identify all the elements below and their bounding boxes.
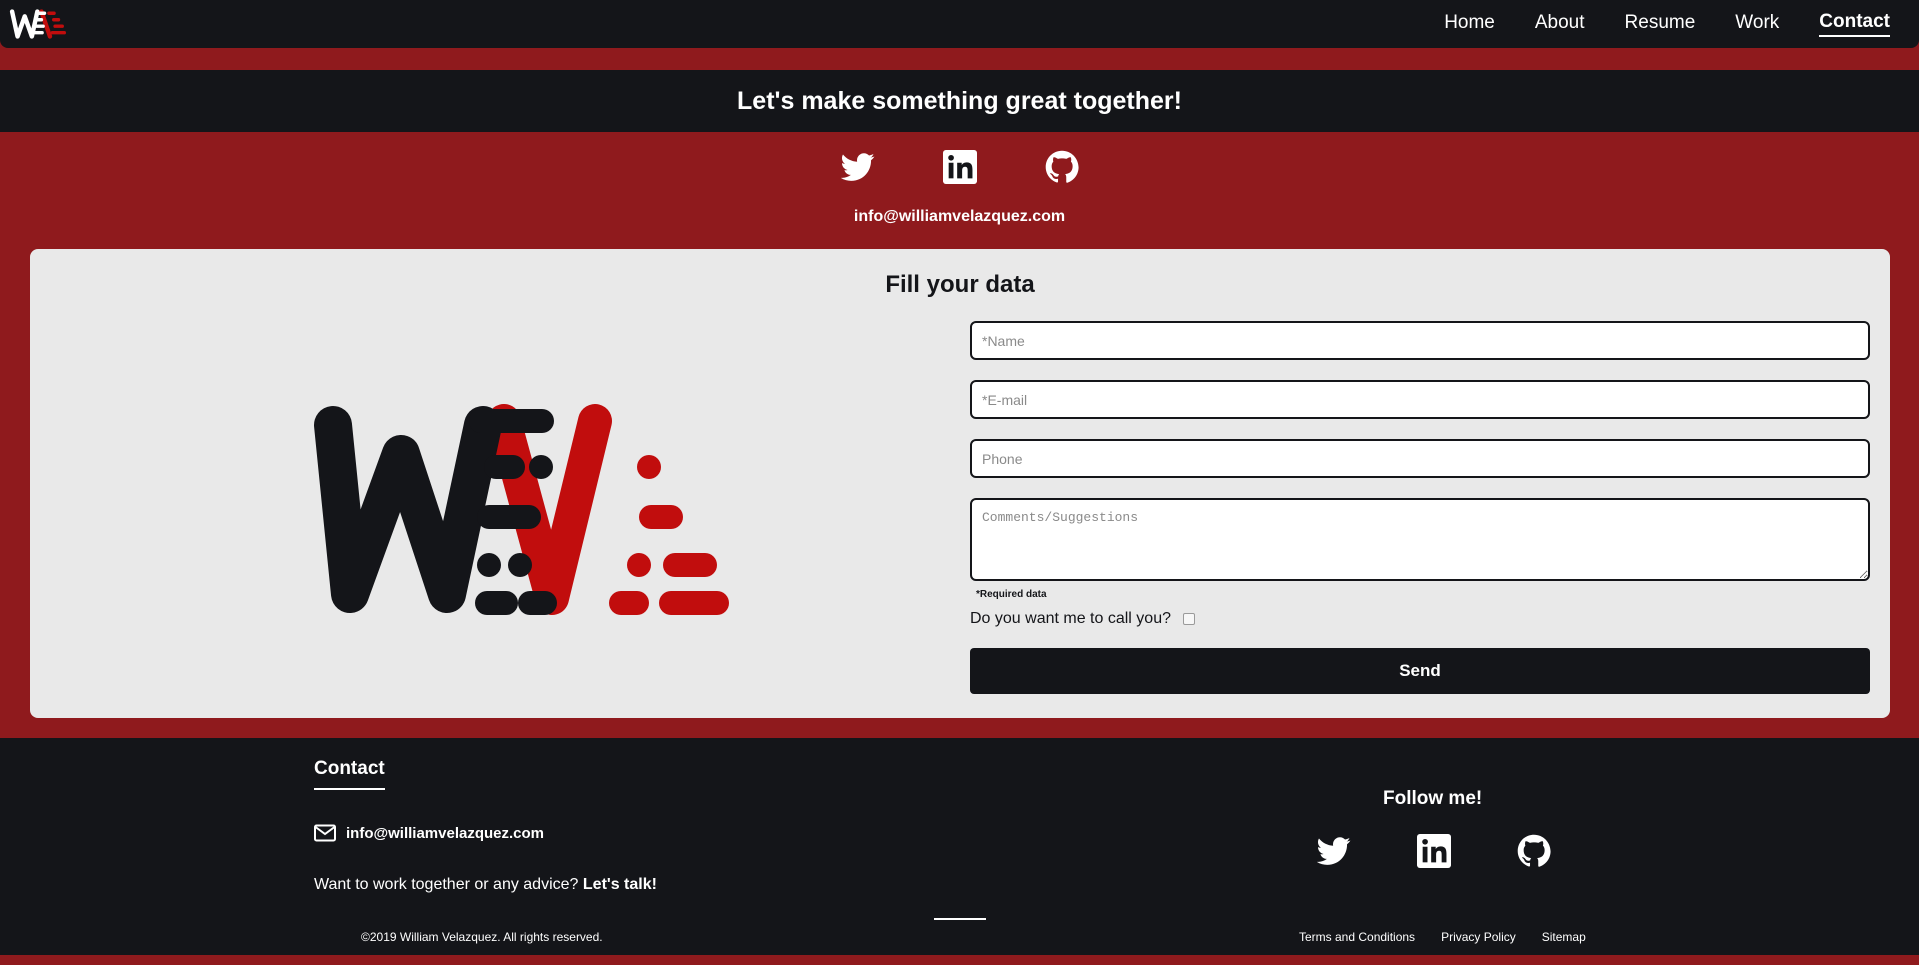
github-icon[interactable]	[1517, 834, 1551, 868]
hero-title: Let's make something great together!	[737, 86, 1182, 115]
twitter-icon[interactable]	[1317, 834, 1351, 868]
nav-work[interactable]: Work	[1735, 12, 1779, 36]
linkedin-icon[interactable]	[943, 150, 977, 184]
nav-contact[interactable]: Contact	[1819, 11, 1890, 37]
call-label: Do you want me to call you?	[970, 610, 1171, 627]
github-icon[interactable]	[1045, 150, 1079, 184]
linkedin-icon[interactable]	[1417, 834, 1451, 868]
call-row: Do you want me to call you?	[970, 610, 1870, 628]
footer-divider	[934, 918, 986, 920]
hero-banner: Let's make something great together!	[0, 70, 1919, 132]
phone-input[interactable]	[970, 439, 1870, 478]
sitemap-link[interactable]: Sitemap	[1542, 930, 1586, 944]
mail-icon	[314, 824, 336, 842]
nav-home[interactable]: Home	[1444, 12, 1495, 36]
footer: Contact info@williamvelazquez.com Want t…	[0, 738, 1919, 955]
footer-talk: Want to work together or any advice? Let…	[314, 876, 657, 894]
we-logo-large	[299, 404, 731, 619]
follow-title: Follow me!	[1383, 788, 1483, 809]
contact-card: Fill your data *Name *E-mail Phone Comme…	[30, 249, 1890, 718]
legal-links: Terms and Conditions Privacy Policy Site…	[1299, 930, 1586, 944]
privacy-link[interactable]: Privacy Policy	[1441, 930, 1516, 944]
contact-email-link[interactable]: info@williamvelazquez.com	[0, 208, 1919, 226]
call-checkbox[interactable]	[1183, 613, 1195, 625]
nav-resume[interactable]: Resume	[1625, 12, 1696, 36]
nav-links: Home About Resume Work Contact	[1404, 11, 1890, 37]
we-logo-icon[interactable]	[8, 4, 68, 44]
footer-email-text: info@williamvelazquez.com	[346, 824, 545, 842]
required-note: *Required data	[976, 589, 1047, 600]
name-input[interactable]	[970, 321, 1870, 360]
lets-talk-link[interactable]: Let's talk!	[583, 876, 657, 893]
email-input[interactable]	[970, 380, 1870, 419]
form-title: Fill your data	[885, 271, 1035, 298]
footer-talk-text: Want to work together or any advice?	[314, 876, 579, 893]
navbar: Home About Resume Work Contact	[0, 0, 1919, 48]
send-button[interactable]: Send	[970, 648, 1870, 694]
terms-link[interactable]: Terms and Conditions	[1299, 930, 1415, 944]
footer-contact-title: Contact	[314, 758, 385, 790]
copyright: ©2019 William Velazquez. All rights rese…	[361, 930, 603, 944]
social-links-footer	[1317, 834, 1551, 868]
twitter-icon[interactable]	[841, 150, 875, 184]
footer-email-link[interactable]: info@williamvelazquez.com	[314, 824, 544, 842]
social-links-top	[0, 150, 1919, 184]
nav-about[interactable]: About	[1535, 12, 1585, 36]
contact-form: *Required data Do you want me to call yo…	[970, 321, 1870, 694]
comments-textarea[interactable]	[970, 498, 1870, 581]
